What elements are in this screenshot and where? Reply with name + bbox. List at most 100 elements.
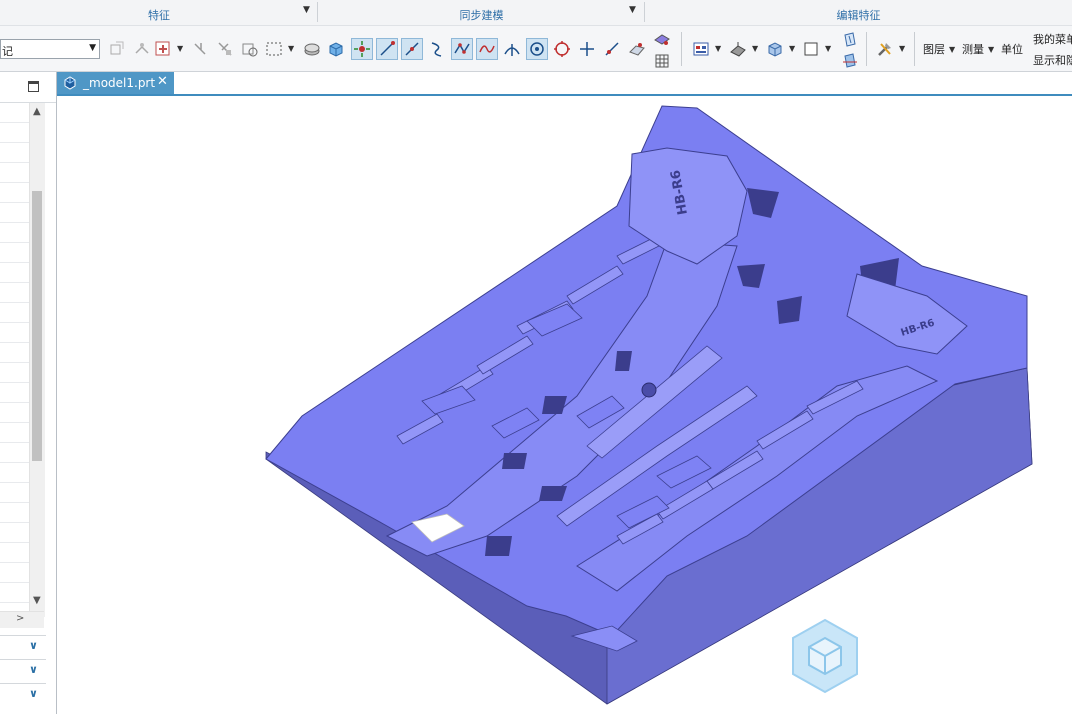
chevron-down-icon[interactable]: ▼ xyxy=(825,44,831,53)
list-item[interactable] xyxy=(0,403,29,423)
edit-section-icon[interactable] xyxy=(839,29,861,51)
move-face-icon[interactable] xyxy=(325,38,347,60)
restore-window-icon[interactable] xyxy=(28,81,39,92)
list-item[interactable] xyxy=(0,123,29,143)
close-icon[interactable]: ✕ xyxy=(157,74,168,89)
layer-menu[interactable]: 图层 xyxy=(923,41,945,57)
chevron-down-icon[interactable]: ▼ xyxy=(789,44,795,53)
trim-body-icon[interactable] xyxy=(190,38,212,60)
list-item[interactable] xyxy=(0,163,29,183)
point-on-curve-icon[interactable] xyxy=(601,38,623,60)
chevron-down-icon[interactable]: ∨ xyxy=(29,663,38,676)
list-item[interactable] xyxy=(0,423,29,443)
scroll-down-icon[interactable]: ▼ xyxy=(33,595,41,606)
hole-icon[interactable] xyxy=(239,38,261,60)
render-style-icon[interactable] xyxy=(727,38,749,60)
list-item[interactable] xyxy=(0,463,29,483)
group-edit-feature[interactable]: 编辑特征 xyxy=(645,0,1072,26)
arc-center-icon[interactable] xyxy=(526,38,548,60)
selection-filter-combo[interactable]: 记 ▼ xyxy=(0,39,100,59)
snap-point-icon[interactable] xyxy=(351,38,373,60)
measure-menu[interactable]: 测量 xyxy=(962,41,984,57)
point-on-face-icon[interactable] xyxy=(626,38,648,60)
collapsed-section[interactable]: ∨ xyxy=(0,683,46,705)
graphics-viewport[interactable]: HB-R6 HB-R6 xyxy=(57,96,1072,714)
extract-geometry-icon[interactable] xyxy=(106,38,128,60)
collapsed-section[interactable]: ∨ xyxy=(0,635,46,657)
navigator-list xyxy=(0,103,29,617)
mold-model[interactable]: HB-R6 HB-R6 xyxy=(57,96,1072,714)
background-icon[interactable] xyxy=(800,38,822,60)
chevron-down-icon[interactable]: ▼ xyxy=(988,45,994,54)
curve-point-icon[interactable] xyxy=(426,38,448,60)
split-body-icon[interactable] xyxy=(214,38,236,60)
units-menu[interactable]: 单位 xyxy=(1001,41,1023,57)
chevron-down-icon[interactable]: ▼ xyxy=(715,44,721,53)
ribbon-group-header: 特征 ▼ 同步建模 ▼ 编辑特征 xyxy=(0,0,1072,26)
list-item[interactable] xyxy=(0,203,29,223)
chevron-down-icon[interactable]: ▼ xyxy=(288,44,294,53)
list-item[interactable] xyxy=(0,503,29,523)
group-dropdown-icon[interactable]: ▼ xyxy=(303,5,310,15)
list-item[interactable] xyxy=(0,383,29,403)
collapsed-section[interactable]: ∨ xyxy=(0,659,46,681)
list-item[interactable] xyxy=(0,563,29,583)
my-menu[interactable]: 我的菜单 xyxy=(1033,31,1072,47)
chevron-down-icon[interactable]: ∨ xyxy=(29,639,38,652)
box-select-icon[interactable] xyxy=(263,38,285,60)
quadrant-point-icon[interactable] xyxy=(551,38,573,60)
list-item[interactable] xyxy=(0,183,29,203)
pattern-feature-icon[interactable] xyxy=(131,38,153,60)
existing-point-icon[interactable] xyxy=(576,38,598,60)
intersection-point-icon[interactable] xyxy=(501,38,523,60)
group-feature[interactable]: 特征 ▼ xyxy=(0,0,318,26)
view-layout-icon[interactable] xyxy=(690,38,712,60)
mid-point-icon[interactable] xyxy=(401,38,423,60)
list-item[interactable] xyxy=(0,223,29,243)
list-item[interactable] xyxy=(0,543,29,563)
list-item[interactable] xyxy=(0,303,29,323)
vertical-scrollbar[interactable]: ▲ ▼ xyxy=(29,103,45,617)
chevron-down-icon[interactable]: ▼ xyxy=(899,44,905,53)
chevron-down-icon[interactable]: ▼ xyxy=(177,44,183,53)
unite-icon[interactable] xyxy=(152,38,174,60)
list-item[interactable] xyxy=(0,323,29,343)
chevron-down-icon[interactable]: ∨ xyxy=(29,687,38,700)
control-point-icon[interactable] xyxy=(451,38,473,60)
list-item[interactable] xyxy=(0,363,29,383)
list-item[interactable] xyxy=(0,263,29,283)
selection-filter-value: 记 xyxy=(2,45,13,58)
show-hide-menu[interactable]: 显示和隐 xyxy=(1033,52,1072,68)
chevron-down-icon[interactable]: ▼ xyxy=(949,45,955,54)
list-item[interactable] xyxy=(0,283,29,303)
scroll-thumb[interactable] xyxy=(32,191,42,461)
end-point-icon[interactable] xyxy=(376,38,398,60)
list-item[interactable] xyxy=(0,583,29,603)
list-item[interactable] xyxy=(0,243,29,263)
shaded-cube-icon[interactable] xyxy=(764,38,786,60)
group-label: 同步建模 xyxy=(459,9,504,22)
offset-face-icon[interactable] xyxy=(301,38,323,60)
group-label: 编辑特征 xyxy=(836,9,881,22)
list-item[interactable] xyxy=(0,103,29,123)
spline-point-icon[interactable] xyxy=(476,38,498,60)
chevron-down-icon[interactable]: ▼ xyxy=(752,44,758,53)
face-color-icon[interactable] xyxy=(651,29,673,51)
list-item[interactable] xyxy=(0,483,29,503)
list-item[interactable] xyxy=(0,523,29,543)
group-sync-modeling[interactable]: 同步建模 ▼ xyxy=(318,0,645,26)
list-item[interactable] xyxy=(0,443,29,463)
tab-model1[interactable]: _model1.prt ✕ xyxy=(57,72,174,94)
scroll-up-icon[interactable]: ▲ xyxy=(33,106,41,117)
list-item[interactable] xyxy=(0,343,29,363)
scroll-right-icon[interactable]: > xyxy=(16,613,24,624)
chevron-down-icon[interactable]: ▼ xyxy=(89,43,96,53)
document-tab-bar: _model1.prt ✕ xyxy=(57,72,1072,96)
tools-icon[interactable] xyxy=(874,38,896,60)
clip-section-icon[interactable] xyxy=(839,50,861,72)
grid-icon[interactable] xyxy=(651,50,673,72)
group-dropdown-icon[interactable]: ▼ xyxy=(629,5,636,15)
part-file-icon xyxy=(63,76,77,93)
horizontal-scrollbar[interactable]: > xyxy=(0,611,44,628)
list-item[interactable] xyxy=(0,143,29,163)
